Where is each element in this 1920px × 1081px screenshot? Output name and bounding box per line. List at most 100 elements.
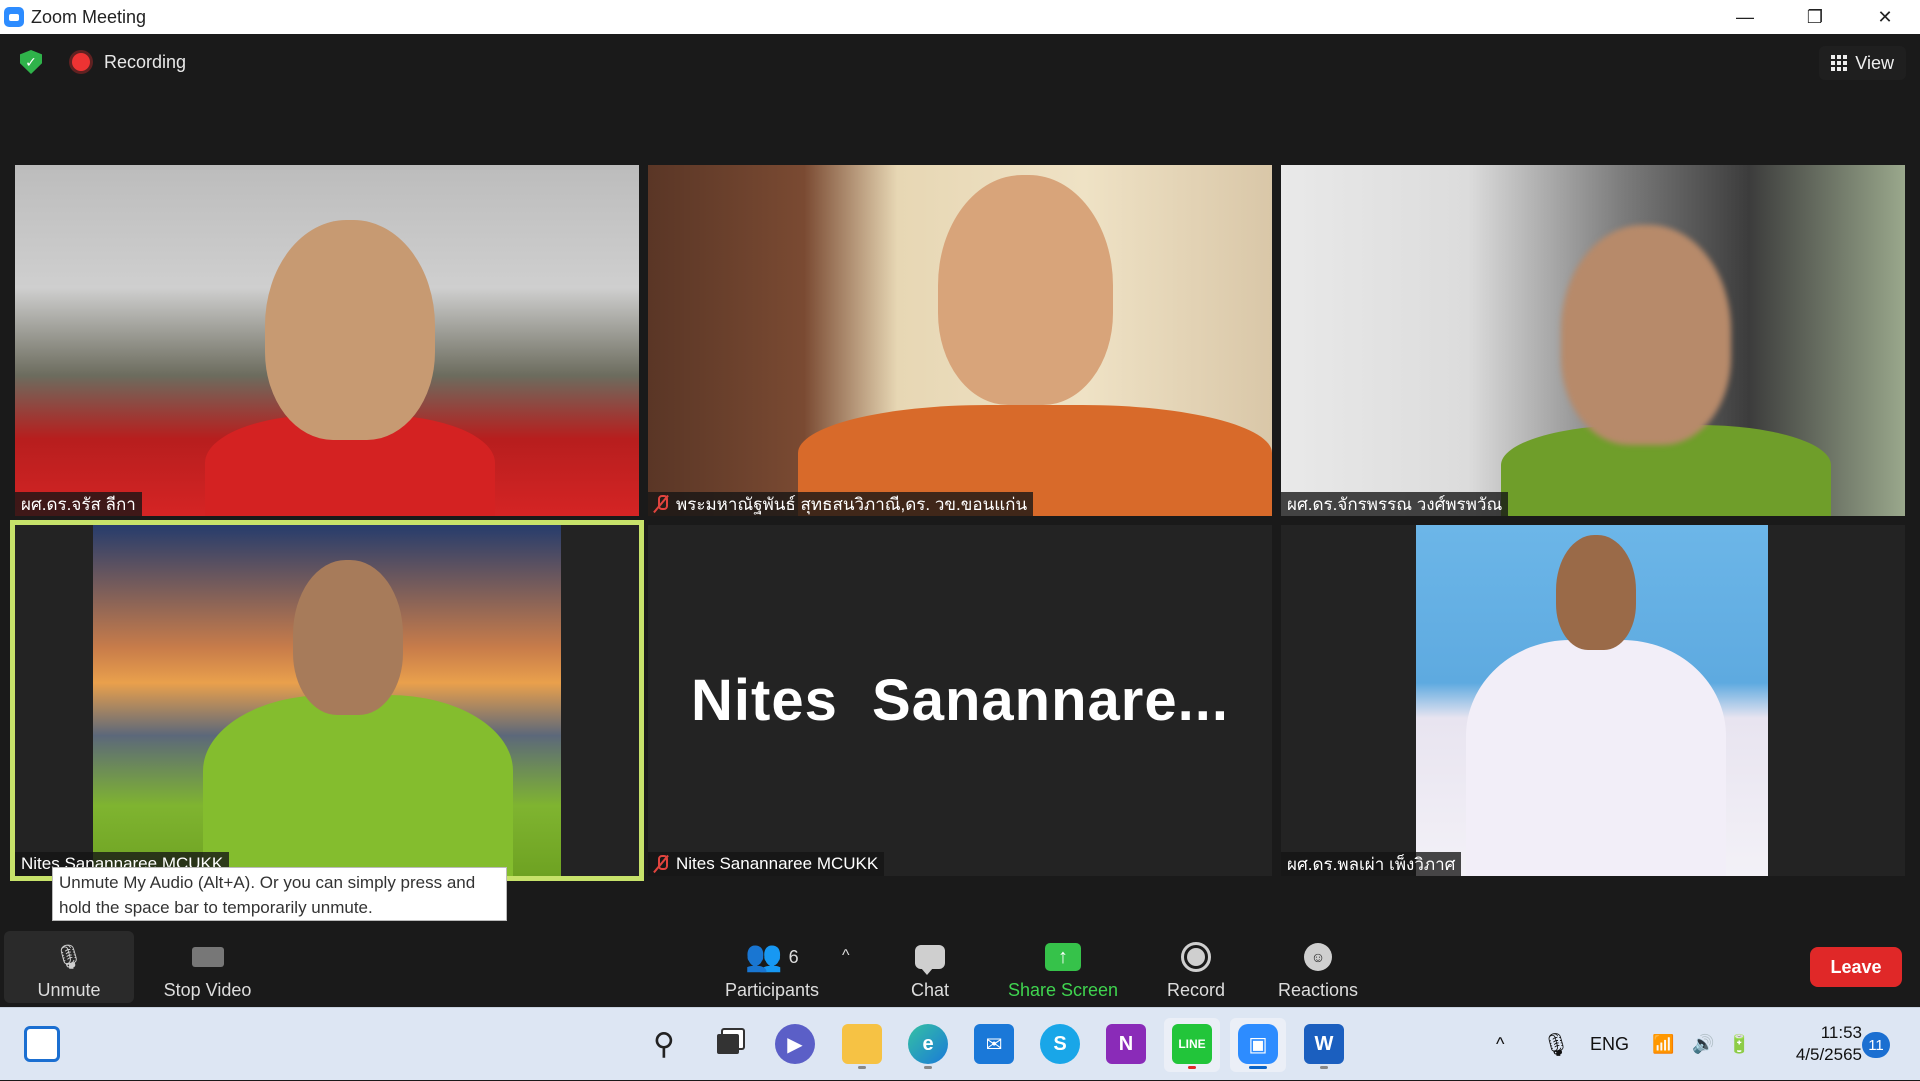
windows-taskbar: ⚲ ▶ e ✉ S N LINE ▣ W ^ 🎙 ENG 📶 🔊 🔋 11:53… <box>0 1007 1920 1080</box>
participants-options-chevron-up-icon[interactable]: ^ <box>842 947 850 965</box>
participant-name-tag: ผศ.ดร.พลเผ่า เพ็งวิภาศ <box>1281 852 1462 876</box>
task-view-icon[interactable] <box>708 1024 748 1064</box>
notification-badge[interactable]: 11 <box>1862 1032 1890 1058</box>
record-label: Record <box>1166 980 1226 1000</box>
line-icon-label: LINE <box>1178 1037 1206 1051</box>
word-icon[interactable]: W <box>1304 1024 1344 1069</box>
stop-video-label: Stop Video <box>163 980 252 1000</box>
participant-name: ผศ.ดร.จรัส ลีกา <box>21 494 136 514</box>
participant-video <box>15 165 639 516</box>
wifi-icon[interactable]: 📶 <box>1652 1008 1674 1081</box>
participant-name-tag: ผศ.ดร.จรัส ลีกา <box>15 492 142 516</box>
share-screen-button[interactable]: ↑ Share Screen <box>998 931 1128 1003</box>
participants-icon: 👥 6 <box>745 940 799 973</box>
skype-icon[interactable]: S <box>1040 1024 1080 1064</box>
participant-video <box>1416 525 1768 876</box>
participants-count: 6 <box>788 946 799 967</box>
unmute-button[interactable]: 🎙 Unmute <box>4 931 134 1003</box>
teams-chat-icon[interactable]: ▶ <box>775 1024 815 1064</box>
participant-display-name: Nites Sanannare... <box>691 668 1229 733</box>
recording-label[interactable]: Recording <box>104 52 186 73</box>
participant-head <box>293 560 403 715</box>
participant-body <box>1466 640 1726 876</box>
unmute-label: Unmute <box>37 980 101 1000</box>
participant-video <box>1281 165 1905 516</box>
zoom-app-icon <box>4 7 24 27</box>
edge-icon[interactable]: e <box>908 1024 948 1069</box>
input-language[interactable]: ENG <box>1590 1008 1629 1081</box>
mail-icon[interactable]: ✉ <box>974 1024 1014 1064</box>
participant-name: ผศ.ดร.จักรพรรณ วงศ์พรพวัณ <box>1287 494 1503 514</box>
video-tile-2[interactable]: พระมหาณัฐพันธ์ สุทธสนวิภาณี,ดร. วข.ขอนแก… <box>648 165 1272 516</box>
volume-icon[interactable]: 🔊 <box>1692 1008 1714 1081</box>
line-icon[interactable]: LINE <box>1172 1024 1212 1069</box>
zoom-icon[interactable]: ▣ <box>1238 1024 1278 1069</box>
file-explorer-icon[interactable] <box>842 1024 882 1069</box>
record-icon <box>1176 940 1216 974</box>
participant-name-tag: ผศ.ดร.จักรพรรณ วงศ์พรพวัณ <box>1281 492 1509 516</box>
taskbar-clock[interactable]: 11:53 4/5/2565 <box>1772 1022 1862 1066</box>
view-button[interactable]: View <box>1819 46 1906 80</box>
participant-name-tag: Nites Sanannaree MCUKK <box>648 852 885 876</box>
reactions-label: Reactions <box>1277 980 1359 1000</box>
share-screen-arrow-icon: ↑ <box>1043 940 1083 974</box>
clock-time: 11:53 <box>1820 1023 1862 1042</box>
participant-head <box>265 220 435 440</box>
participant-name: ผศ.ดร.พลเผ่า เพ็งวิภาศ <box>1287 854 1456 874</box>
smiley-plus-icon: ☺ <box>1298 940 1338 974</box>
word-icon-letter: W <box>1314 1032 1334 1055</box>
participants-button[interactable]: 👥 6 Participants <box>712 931 832 1003</box>
participant-head <box>1556 535 1636 650</box>
participant-video <box>93 525 561 876</box>
tooltip-line-1: Unmute My Audio (Alt+A). Or you can simp… <box>59 873 476 892</box>
onenote-icon[interactable]: N <box>1106 1024 1146 1064</box>
muted-mic-icon <box>654 855 668 873</box>
restore-button[interactable]: ❐ <box>1780 0 1850 34</box>
video-tile-3[interactable]: ผศ.ดร.จักรพรรณ วงศ์พรพวัณ <box>1281 165 1905 516</box>
video-tile-4-active-speaker[interactable]: Nites Sanannaree MCUKK <box>10 520 644 881</box>
meeting-toolbar: 🎙 Unmute Stop Video 👥 6 Participants ^ Ch… <box>0 925 1920 1007</box>
share-screen-label: Share Screen <box>1007 980 1119 1000</box>
chat-label: Chat <box>910 980 950 1000</box>
participant-head <box>938 175 1113 405</box>
participant-name: พระมหาณัฐพันธ์ สุทธสนวิภาณี,ดร. วข.ขอนแก… <box>676 494 1028 514</box>
battery-icon[interactable]: 🔋 <box>1728 1008 1750 1081</box>
show-hidden-icons-chevron-up-icon[interactable]: ^ <box>1496 1008 1504 1081</box>
windows-start-icon[interactable] <box>577 1024 613 1060</box>
video-tile-6[interactable]: ผศ.ดร.พลเผ่า เพ็งวิภาศ <box>1281 525 1905 876</box>
window-controls: — ❐ ✕ <box>1710 0 1920 34</box>
stop-video-button[interactable]: Stop Video <box>150 931 265 1003</box>
participant-head <box>1561 225 1731 445</box>
reactions-button[interactable]: ☺ Reactions <box>1268 931 1368 1003</box>
video-camera-icon <box>188 940 228 974</box>
video-tile-1[interactable]: ผศ.ดร.จรัส ลีกา <box>15 165 639 516</box>
leave-button[interactable]: Leave <box>1810 947 1902 987</box>
participants-label: Participants <box>724 980 820 1000</box>
chat-bubble-icon <box>910 940 950 975</box>
chat-button[interactable]: Chat <box>888 931 972 1003</box>
window-titlebar: Zoom Meeting — ❐ ✕ <box>0 0 1920 34</box>
window-title: Zoom Meeting <box>31 6 147 27</box>
encryption-shield-icon[interactable]: ✓ <box>20 50 42 74</box>
clock-date: 4/5/2565 <box>1795 1045 1862 1064</box>
microphone-icon[interactable]: 🎙 <box>1542 1008 1570 1081</box>
video-tile-5-no-video[interactable]: Nites Sanannare... Nites Sanannaree MCUK… <box>648 525 1272 876</box>
widgets-icon[interactable] <box>24 1026 60 1062</box>
participant-body <box>203 695 513 876</box>
close-button[interactable]: ✕ <box>1850 0 1920 34</box>
meeting-info-bar: ✓ Recording <box>20 50 186 74</box>
muted-mic-icon <box>654 495 668 513</box>
unmute-tooltip: Unmute My Audio (Alt+A). Or you can simp… <box>52 867 507 921</box>
minimize-button[interactable]: — <box>1710 0 1780 34</box>
meeting-area: ✓ Recording View ผศ.ดร.จรัส ลีกา พระมหาณ… <box>0 34 1920 1007</box>
record-button[interactable]: Record <box>1152 931 1240 1003</box>
participant-name: Nites Sanannaree MCUKK <box>676 854 879 873</box>
search-icon[interactable]: ⚲ <box>644 1024 684 1064</box>
muted-microphone-icon: 🎙 <box>53 943 85 971</box>
tooltip-line-2: hold the space bar to temporarily unmute… <box>59 898 373 917</box>
recording-dot-icon <box>72 53 90 71</box>
participant-name-tag: พระมหาณัฐพันธ์ สุทธสนวิภาณี,ดร. วข.ขอนแก… <box>648 492 1034 516</box>
grid-view-icon <box>1831 55 1848 71</box>
participant-video <box>648 165 1272 516</box>
view-label: View <box>1855 52 1894 73</box>
